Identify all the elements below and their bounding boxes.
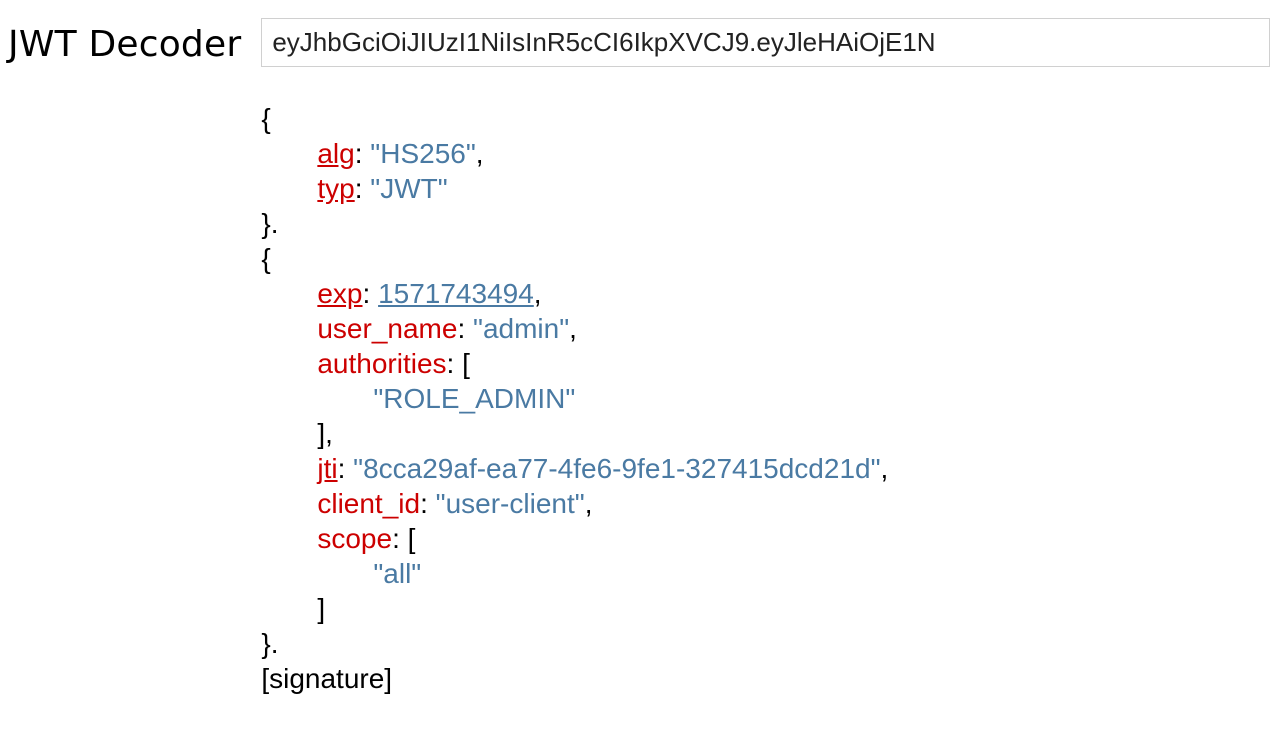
payload-authorities-0: "ROLE_ADMIN" — [373, 383, 575, 414]
payload-key-authorities: authorities — [317, 348, 446, 379]
jwt-input[interactable] — [261, 18, 1270, 67]
page-title: JWT Decoder — [8, 18, 241, 65]
header-val-typ: "JWT" — [370, 173, 447, 204]
brace-close-dot: }. — [261, 628, 278, 659]
payload-val-user-name: "admin" — [473, 313, 569, 344]
payload-key-user-name: user_name — [317, 313, 457, 344]
header-key-typ[interactable]: typ — [317, 173, 354, 204]
payload-key-client-id: client_id — [317, 488, 420, 519]
payload-val-exp[interactable]: 1571743494 — [378, 278, 534, 309]
payload-key-exp[interactable]: exp — [317, 278, 362, 309]
brace-open: { — [261, 243, 270, 274]
header-key-alg[interactable]: alg — [317, 138, 354, 169]
brace-close-dot: }. — [261, 208, 278, 239]
header-val-alg: "HS256" — [370, 138, 476, 169]
payload-val-client-id: "user-client" — [436, 488, 585, 519]
payload-scope-0: "all" — [373, 558, 421, 589]
payload-key-scope: scope — [317, 523, 392, 554]
brace-open: { — [261, 103, 270, 134]
decoded-output: { alg: "HS256", typ: "JWT" }. { exp: 157… — [261, 101, 1270, 696]
payload-val-jti: "8cca29af-ea77-4fe6-9fe1-327415dcd21d" — [353, 453, 880, 484]
payload-key-jti[interactable]: jti — [317, 453, 337, 484]
signature-placeholder: [signature] — [261, 663, 392, 694]
